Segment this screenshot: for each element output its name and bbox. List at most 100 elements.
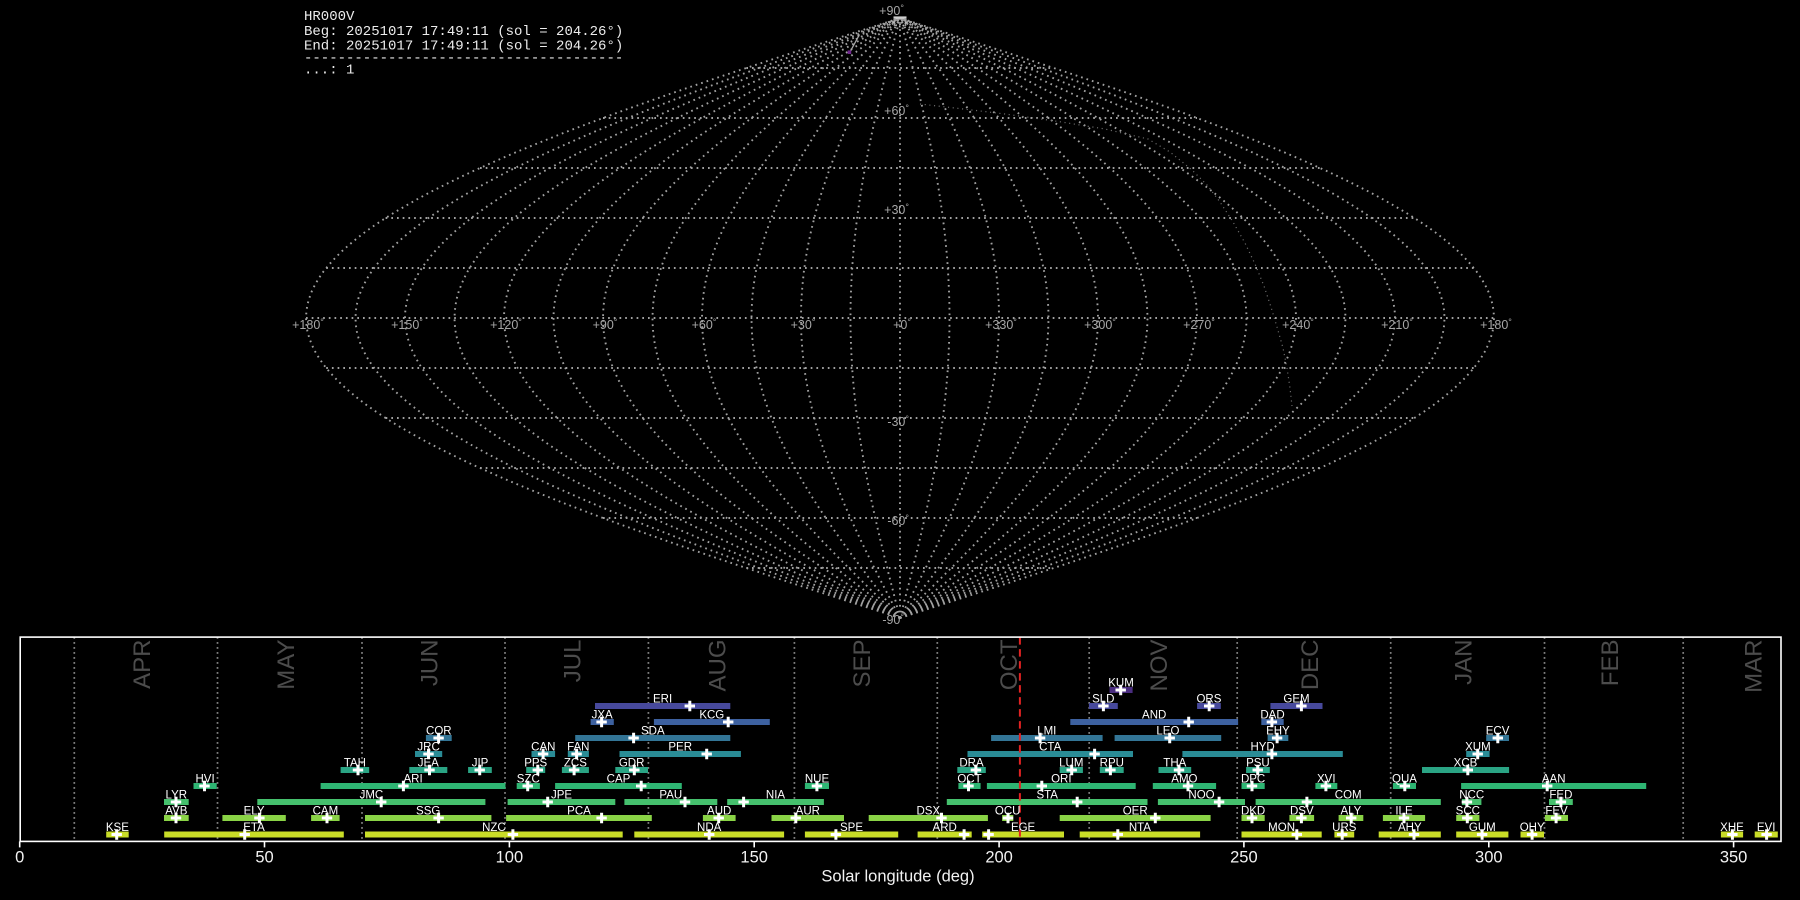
svg-text:200: 200 [985,849,1013,867]
svg-text:150: 150 [740,849,768,867]
svg-text:350: 350 [1720,849,1748,867]
svg-text:DEC: DEC [1297,640,1324,691]
svg-text:FED: FED [1549,790,1572,802]
svg-text:QUA: QUA [1392,774,1417,786]
svg-text:NIA: NIA [766,790,786,802]
svg-text:Solar longitude (deg): Solar longitude (deg) [821,868,974,886]
svg-text:250: 250 [1230,849,1258,867]
svg-text:AMO: AMO [1171,774,1197,786]
svg-text:+210°: +210° [1381,317,1413,332]
svg-text:NZC: NZC [482,822,506,834]
svg-text:XVI: XVI [1317,774,1336,786]
svg-text:HYD: HYD [1250,742,1274,754]
svg-text:...: 1: ...: 1 [304,63,354,79]
svg-text:+150°: +150° [391,317,423,332]
svg-text:JXA: JXA [592,710,613,722]
svg-text:CAM: CAM [313,806,339,818]
svg-text:+180°: +180° [1480,317,1512,332]
svg-text:300: 300 [1475,849,1503,867]
svg-text:SLD: SLD [1092,694,1114,706]
svg-text:OHY: OHY [1520,822,1545,834]
svg-text:MAY: MAY [273,640,300,690]
svg-text:DKD: DKD [1241,806,1265,818]
svg-text:JEA: JEA [418,758,439,770]
svg-text:JRC: JRC [417,742,439,754]
svg-text:NOO: NOO [1188,790,1214,802]
svg-text:PSU: PSU [1246,758,1270,770]
svg-text:JPE: JPE [551,790,572,802]
svg-text:NCC: NCC [1459,790,1484,802]
svg-text:MON: MON [1268,822,1295,834]
svg-text:+180°: +180° [292,317,324,332]
svg-text:OCU: OCU [995,806,1021,818]
svg-text:NTA: NTA [1129,822,1151,834]
svg-text:JIP: JIP [472,758,489,770]
svg-text:ZCS: ZCS [564,758,587,770]
svg-text:PCA: PCA [567,806,591,818]
svg-text:LYR: LYR [166,790,188,802]
svg-text:0: 0 [15,849,24,867]
svg-text:AND: AND [1142,710,1166,722]
svg-text:EGE: EGE [1011,822,1036,834]
svg-text:FAN: FAN [567,742,589,754]
svg-text:+300°: +300° [1084,317,1116,332]
svg-text:ORI: ORI [1051,774,1071,786]
svg-text:XCB: XCB [1454,758,1478,770]
svg-text:FEV: FEV [1545,806,1568,818]
svg-text:KCG: KCG [699,710,724,722]
svg-text:JMC: JMC [360,790,384,802]
svg-text:NDA: NDA [697,822,722,834]
svg-text:ILE: ILE [1395,806,1413,818]
svg-text:ARI: ARI [404,774,423,786]
svg-text:ECV: ECV [1486,726,1510,738]
svg-text:URS: URS [1332,822,1357,834]
svg-text:KUM: KUM [1108,678,1134,690]
svg-text:GUM: GUM [1469,822,1496,834]
svg-text:+120°: +120° [490,317,522,332]
svg-text:CAN: CAN [531,742,555,754]
svg-text:JAN: JAN [1451,640,1478,685]
svg-text:MAR: MAR [1741,640,1768,693]
svg-text:RPU: RPU [1100,758,1124,770]
svg-text:CAP: CAP [607,774,631,786]
svg-text:OER: OER [1123,806,1148,818]
svg-text:GDR: GDR [619,758,645,770]
svg-text:THA: THA [1163,758,1186,770]
svg-text:SEP: SEP [849,640,876,688]
svg-text:EVI: EVI [1757,822,1776,834]
svg-text:AVB: AVB [165,806,187,818]
svg-text:XUM: XUM [1465,742,1491,754]
svg-text:HR000V: HR000V [304,9,355,25]
svg-text:DSV: DSV [1290,806,1314,818]
svg-text:AHY: AHY [1398,822,1422,834]
svg-text:GEM: GEM [1283,694,1309,706]
svg-text:+240°: +240° [1282,317,1314,332]
svg-text:PER: PER [668,742,692,754]
svg-text:TAH: TAH [344,758,366,770]
svg-text:NUE: NUE [805,774,830,786]
svg-text:SPE: SPE [840,822,863,834]
svg-text:ORS: ORS [1196,694,1221,706]
svg-text:AAN: AAN [1542,774,1566,786]
svg-text:OCT: OCT [957,774,981,786]
svg-text:EHY: EHY [1266,726,1290,738]
svg-text:ETA: ETA [243,822,265,834]
svg-text:APR: APR [129,640,156,689]
svg-text:ERI: ERI [653,694,672,706]
svg-text:LEO: LEO [1156,726,1179,738]
svg-text:+330°: +330° [985,317,1017,332]
svg-text:LMI: LMI [1037,726,1056,738]
svg-text:JUL: JUL [560,640,587,683]
svg-text:XHE: XHE [1720,822,1744,834]
svg-text:FEB: FEB [1597,640,1624,687]
svg-text:SSG: SSG [416,806,440,818]
svg-text:ARD: ARD [933,822,957,834]
svg-text:SDA: SDA [641,726,665,738]
svg-text:CTA: CTA [1039,742,1061,754]
svg-text:ELY: ELY [244,806,265,818]
svg-text:+270°: +270° [1183,317,1215,332]
svg-text:DSX: DSX [916,806,940,818]
svg-text:DRA: DRA [959,758,984,770]
svg-text:50: 50 [255,849,273,867]
svg-text:SZC: SZC [517,774,540,786]
